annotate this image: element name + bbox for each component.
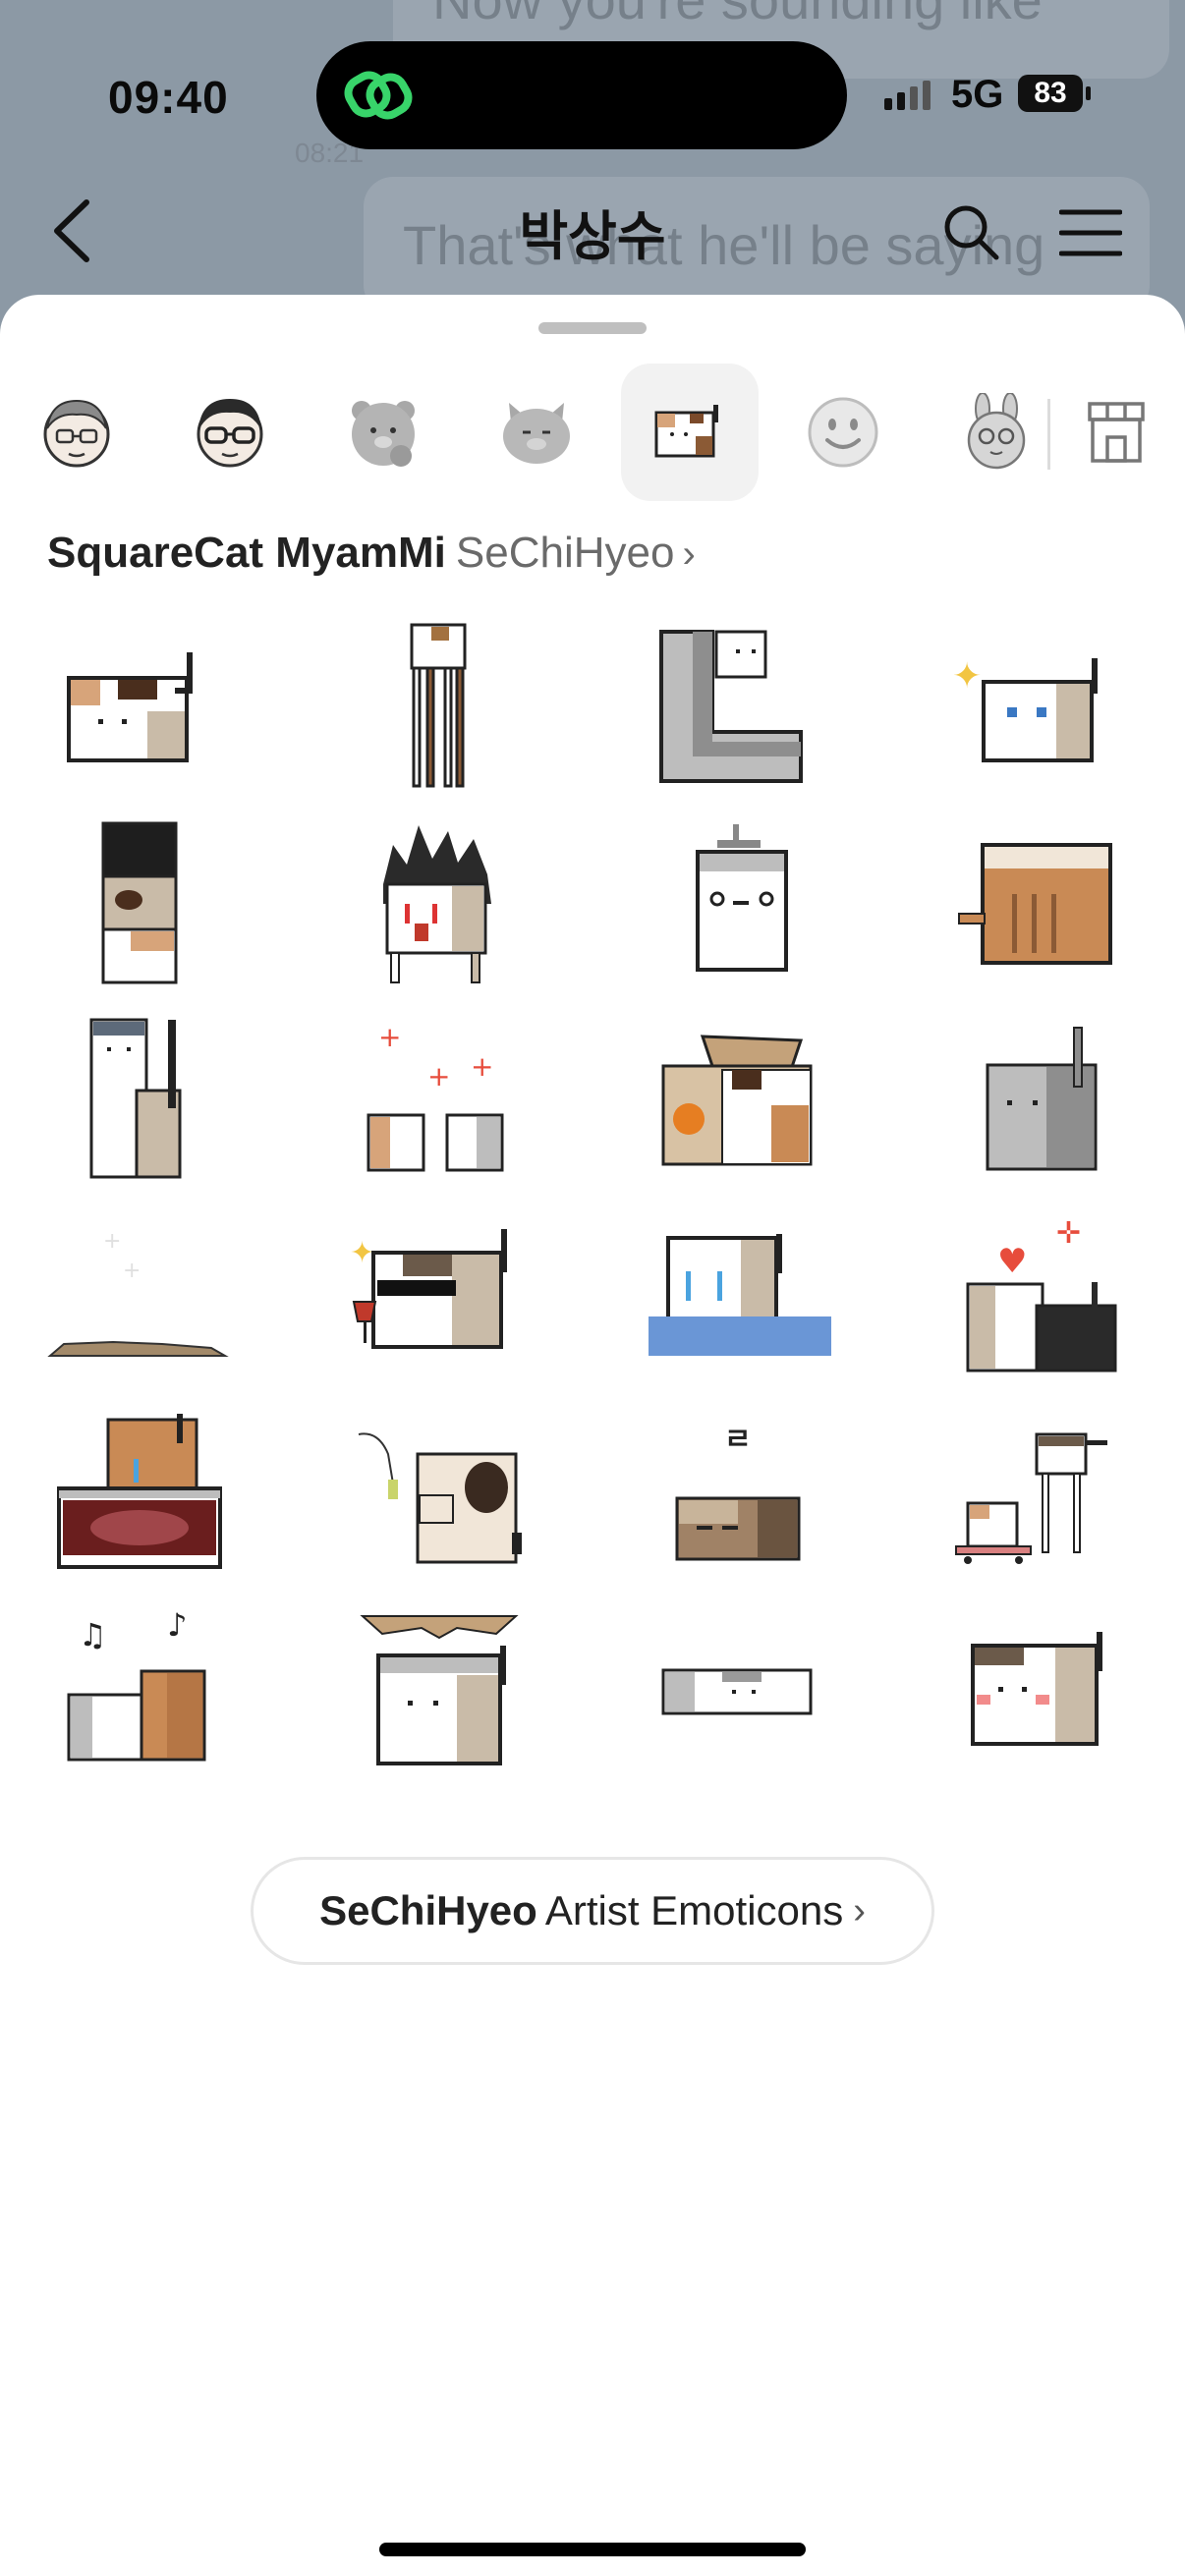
chat-title: 박상수 bbox=[519, 207, 666, 266]
svg-text:+: + bbox=[427, 1060, 450, 1092]
smiley-icon bbox=[808, 397, 878, 468]
sticker-cat-stack-three[interactable] bbox=[20, 806, 255, 1002]
sticker-image bbox=[696, 824, 788, 972]
sticker-cat-sleeping-z[interactable]: ㄹ bbox=[619, 1395, 855, 1592]
hamburger-menu-icon[interactable] bbox=[1059, 208, 1122, 257]
dynamic-island bbox=[316, 41, 847, 149]
sticker-image bbox=[358, 1432, 522, 1564]
sticker-image: ㄹ bbox=[675, 1423, 801, 1561]
svg-text:✦: ✦ bbox=[350, 1236, 374, 1270]
sticker-image bbox=[659, 630, 803, 783]
svg-text:✛: ✛ bbox=[1056, 1216, 1081, 1251]
sticker-image bbox=[360, 1615, 519, 1765]
sticker-image: ♥ ✛ bbox=[966, 1216, 1117, 1372]
tab-face-glasses-black-hair[interactable] bbox=[161, 364, 299, 501]
sticker-image bbox=[410, 623, 467, 788]
sticker-image bbox=[986, 1027, 1098, 1171]
artist-button-label: Artist Emoticons bbox=[544, 1887, 844, 1933]
sticker-cat-flat-long[interactable] bbox=[619, 1592, 855, 1788]
svg-text:+: + bbox=[103, 1229, 121, 1254]
sheet-grabber[interactable] bbox=[538, 322, 647, 334]
sticker-image: ✦ bbox=[350, 1229, 507, 1349]
face-glasses-icon bbox=[43, 399, 110, 468]
svg-text:+: + bbox=[378, 1021, 401, 1053]
sticker-image bbox=[958, 843, 1112, 965]
chevron-right-icon: › bbox=[853, 1889, 866, 1932]
sticker-image bbox=[661, 1035, 813, 1166]
sticker-cat-sparkle-blue-eyes[interactable]: ✦ bbox=[919, 609, 1155, 806]
sticker-cat-orange-box[interactable] bbox=[919, 806, 1155, 1002]
home-indicator[interactable] bbox=[379, 2543, 806, 2556]
sticker-image bbox=[67, 652, 193, 762]
svg-text:+: + bbox=[123, 1259, 141, 1283]
signal-icon bbox=[884, 81, 931, 110]
sticker-image bbox=[955, 1432, 1107, 1564]
battery-icon: 83 bbox=[1018, 75, 1083, 112]
cat-icon bbox=[503, 403, 570, 464]
svg-text:✦: ✦ bbox=[952, 656, 982, 697]
svg-text:♥: ♥ bbox=[997, 1242, 1027, 1281]
sticker-image bbox=[383, 825, 491, 983]
sticker-cats-two-sparkle[interactable]: + + + bbox=[319, 1002, 555, 1199]
bear-icon bbox=[352, 401, 415, 467]
sticker-image bbox=[101, 821, 178, 984]
sticker-cat-in-tuna-can[interactable] bbox=[20, 1395, 255, 1592]
pack-name: SquareCat MyamMi bbox=[47, 529, 446, 577]
pack-artist: SeChiHyeo bbox=[455, 529, 675, 577]
emoticon-tabs bbox=[0, 358, 1185, 507]
tab-store[interactable] bbox=[1047, 364, 1185, 501]
battery-cap bbox=[1086, 86, 1091, 100]
sticker-cat-flat-puddle[interactable]: + + bbox=[20, 1199, 255, 1395]
svg-text:♫: ♫ bbox=[79, 1616, 107, 1653]
tab-cat-grey[interactable] bbox=[468, 364, 605, 501]
sticker-image bbox=[649, 1234, 831, 1356]
network-label: 5G bbox=[951, 73, 1004, 116]
sticker-image: + + + bbox=[367, 1021, 504, 1172]
sticker-cat-square-calico[interactable] bbox=[20, 609, 255, 806]
link-icon bbox=[344, 71, 413, 120]
sticker-image bbox=[57, 1414, 222, 1569]
rabbit-icon bbox=[967, 393, 1026, 470]
sticker-cats-skateboard[interactable] bbox=[919, 1395, 1155, 1592]
sticker-image bbox=[661, 1668, 813, 1715]
sticker-cat-crying-water[interactable] bbox=[619, 1199, 855, 1395]
svg-text:+: + bbox=[471, 1050, 493, 1083]
sticker-cat-sunglasses-wine[interactable]: ✦ bbox=[319, 1199, 555, 1395]
sticker-cat-long-neck[interactable] bbox=[20, 1002, 255, 1199]
sticker-cat-spiky-hair[interactable] bbox=[319, 806, 555, 1002]
chevron-right-icon: › bbox=[682, 532, 696, 576]
tab-smiley[interactable] bbox=[774, 364, 912, 501]
sticker-image: ♫ ♪ bbox=[67, 1606, 206, 1762]
sticker-cat-grey-tall-tail[interactable] bbox=[919, 1002, 1155, 1199]
svg-text:♪: ♪ bbox=[167, 1606, 187, 1644]
tab-face-glasses-grey-hair[interactable] bbox=[8, 364, 145, 501]
store-icon bbox=[1088, 402, 1145, 463]
tab-rabbit-grey[interactable] bbox=[928, 364, 1065, 501]
sticker-cat-toy-fishing[interactable] bbox=[319, 1395, 555, 1592]
sticker-cat-shower[interactable] bbox=[619, 806, 855, 1002]
sticker-image: + + bbox=[47, 1229, 229, 1357]
sticker-image: ✦ bbox=[952, 656, 1098, 762]
pack-title[interactable]: SquareCat MyamMi SeChiHyeo › bbox=[47, 529, 696, 578]
sticker-cats-heart-black-white[interactable]: ♥ ✛ bbox=[919, 1199, 1155, 1395]
squarecat-icon bbox=[654, 405, 718, 458]
search-icon[interactable] bbox=[941, 202, 1000, 261]
svg-text:ㄹ: ㄹ bbox=[724, 1423, 752, 1457]
sticker-cat-stretched-L[interactable] bbox=[619, 609, 855, 806]
face-glasses-icon bbox=[197, 399, 263, 468]
sticker-image bbox=[89, 1018, 182, 1179]
tab-squarecat[interactable] bbox=[621, 364, 759, 501]
sticker-cat-hat-plate[interactable] bbox=[319, 1592, 555, 1788]
sticker-image bbox=[971, 1632, 1102, 1746]
sticker-cat-in-box-orange[interactable] bbox=[619, 1002, 855, 1199]
sticker-cat-blush[interactable] bbox=[919, 1592, 1155, 1788]
status-time: 09:40 bbox=[108, 72, 229, 123]
sticker-cat-tall-legs[interactable] bbox=[319, 609, 555, 806]
artist-emoticons-button[interactable]: SeChiHyeo Artist Emoticons › bbox=[251, 1857, 934, 1965]
artist-name: SeChiHyeo bbox=[319, 1887, 537, 1933]
sticker-cats-music-notes[interactable]: ♫ ♪ bbox=[20, 1592, 255, 1788]
tab-bear-grey[interactable] bbox=[314, 364, 452, 501]
emoticon-sheet: SquareCat MyamMi SeChiHyeo › ✦ + + + + +… bbox=[0, 295, 1185, 2576]
